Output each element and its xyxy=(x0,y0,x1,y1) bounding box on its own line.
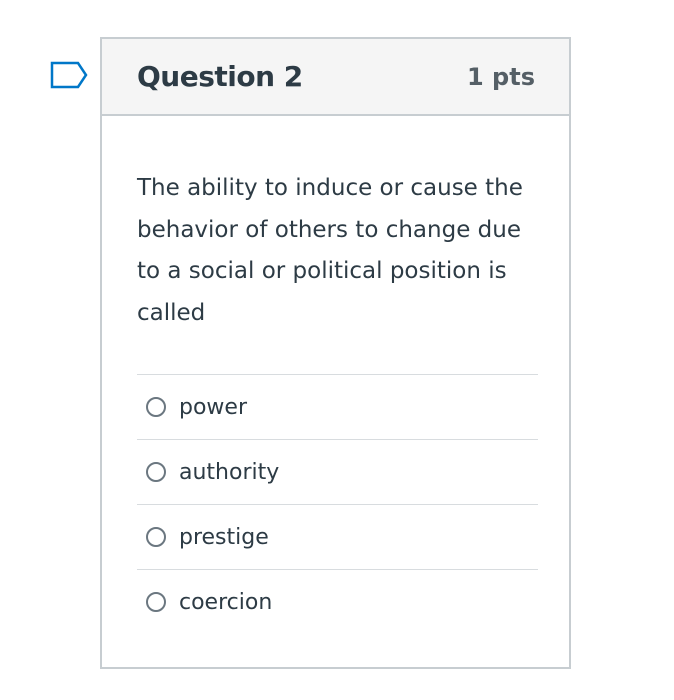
question-header: Question 2 1 pts xyxy=(102,39,569,116)
answer-label: authority xyxy=(179,459,280,485)
flag-question-icon[interactable] xyxy=(50,61,88,89)
quiz-page: Question 2 1 pts The ability to induce o… xyxy=(0,0,674,700)
radio-button[interactable] xyxy=(146,397,166,417)
radio-button[interactable] xyxy=(146,592,166,612)
radio-button[interactable] xyxy=(146,527,166,547)
question-text: The ability to induce or cause the behav… xyxy=(137,175,523,326)
answer-label: prestige xyxy=(179,524,269,550)
answer-option-authority[interactable]: authority xyxy=(137,439,538,504)
answer-option-prestige[interactable]: prestige xyxy=(137,504,538,569)
answer-option-coercion[interactable]: coercion xyxy=(137,569,538,634)
question-points: 1 pts xyxy=(467,62,535,91)
question-card: Question 2 1 pts The ability to induce o… xyxy=(100,37,571,669)
answer-label: power xyxy=(179,394,247,420)
answer-list: power authority prestige coercion xyxy=(137,374,538,634)
radio-button[interactable] xyxy=(146,462,166,482)
answer-option-power[interactable]: power xyxy=(137,374,538,439)
answer-label: coercion xyxy=(179,589,273,615)
question-title: Question 2 xyxy=(137,60,303,93)
